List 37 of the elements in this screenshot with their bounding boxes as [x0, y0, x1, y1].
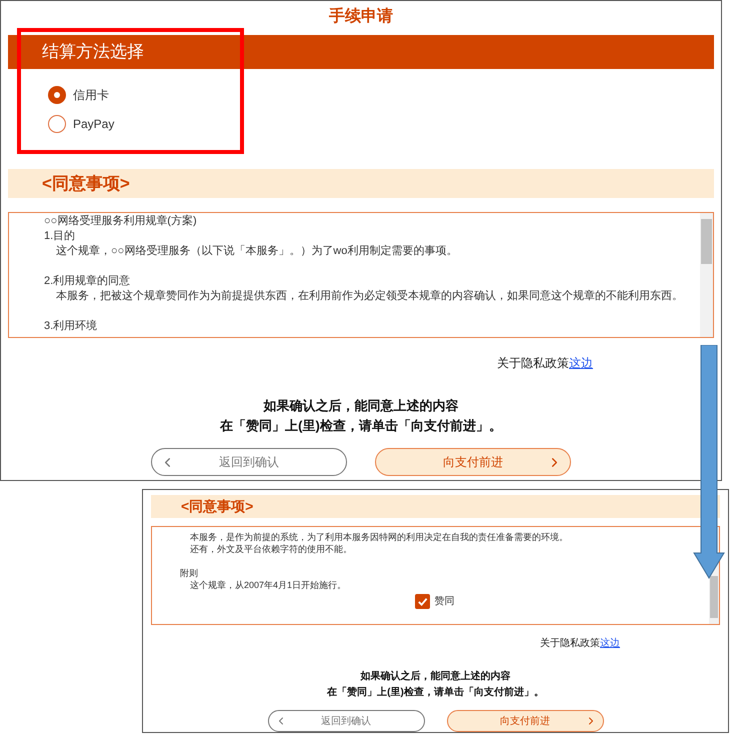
terms-paragraph: 这个规章，从2007年4月1日开始施行。	[189, 579, 346, 592]
page-title: 手续申请	[329, 6, 393, 27]
privacy-note: 关于隐私政策	[497, 355, 569, 372]
checkbox[interactable]	[414, 594, 430, 610]
terms-paragraph: 这个规章，○○网络受理服务（以下说「本服务」。）为了wo利用制定需要的事项。	[55, 244, 458, 259]
terms-paragraph: 还有，外文及平台依赖字符的使用不能。	[189, 543, 352, 556]
section-header: <同意事项>	[8, 169, 714, 198]
section-header: <同意事项>	[151, 495, 720, 518]
section-header: 结算方法选择	[8, 35, 714, 69]
instruction-text: 在「赞同」上(里)检查，请单击「向支付前进」。	[327, 686, 544, 700]
radio-button[interactable]	[48, 86, 66, 104]
agree-option[interactable]: 赞同	[414, 594, 454, 610]
privacy-link[interactable]: 这边	[569, 354, 593, 372]
back-button[interactable]: 返回到确认	[268, 710, 424, 732]
checkmark-icon	[416, 596, 428, 608]
proceed-button[interactable]: 向支付前进	[446, 710, 604, 732]
payment-option[interactable]: PayPay	[48, 114, 114, 133]
terms-heading: ○○网络受理服务利用规章(方案)	[44, 214, 197, 229]
scrollbar-thumb[interactable]	[710, 576, 718, 618]
back-button[interactable]: 返回到确认	[151, 448, 347, 476]
terms-heading: 3.利用环境	[44, 319, 98, 334]
terms-heading: 附则	[180, 567, 198, 580]
terms-box[interactable]: ○○网络受理服务利用规章(方案) 1.目的 这个规章，○○网络受理服务（以下说「本服务」。）为了wo利用制定需要的事项。 2.利用规章的同意 本服务，把被这个规章赞同作为为前提提供东西，在利用前作为必定领受本规章的内容确认，如果同意这个规章的不能利用东西。 3.利用环境	[8, 212, 714, 338]
instruction-text: 如果确认之后，能同意上述的内容	[264, 397, 458, 415]
terms-paragraph: 本服务，把被这个规章赞同作为为前提提供东西，在利用前作为必定领受本规章的内容确认，如果同意这个规章的不能利用东西。	[55, 289, 683, 304]
terms-heading: 2.利用规章的同意	[44, 274, 130, 289]
payment-option[interactable]: 信用卡	[48, 85, 109, 104]
instruction-text: 在「赞同」上(里)检查，请单击「向支付前进」。	[220, 417, 502, 435]
instruction-text: 如果确认之后，能同意上述的内容	[360, 669, 510, 684]
privacy-link[interactable]: 这边	[600, 636, 620, 651]
terms-heading: 1.目的	[44, 229, 76, 244]
scrollbar-thumb[interactable]	[701, 219, 712, 264]
proceed-button[interactable]: 向支付前进	[375, 448, 571, 476]
radio-button[interactable]	[48, 114, 66, 132]
scrollbar[interactable]	[700, 213, 713, 337]
privacy-note: 关于隐私政策	[540, 636, 600, 651]
terms-paragraph: 本服务，是作为前提的系统，为了利用本服务因特网的利用决定在自我的责任准备需要的环境。	[189, 531, 568, 544]
